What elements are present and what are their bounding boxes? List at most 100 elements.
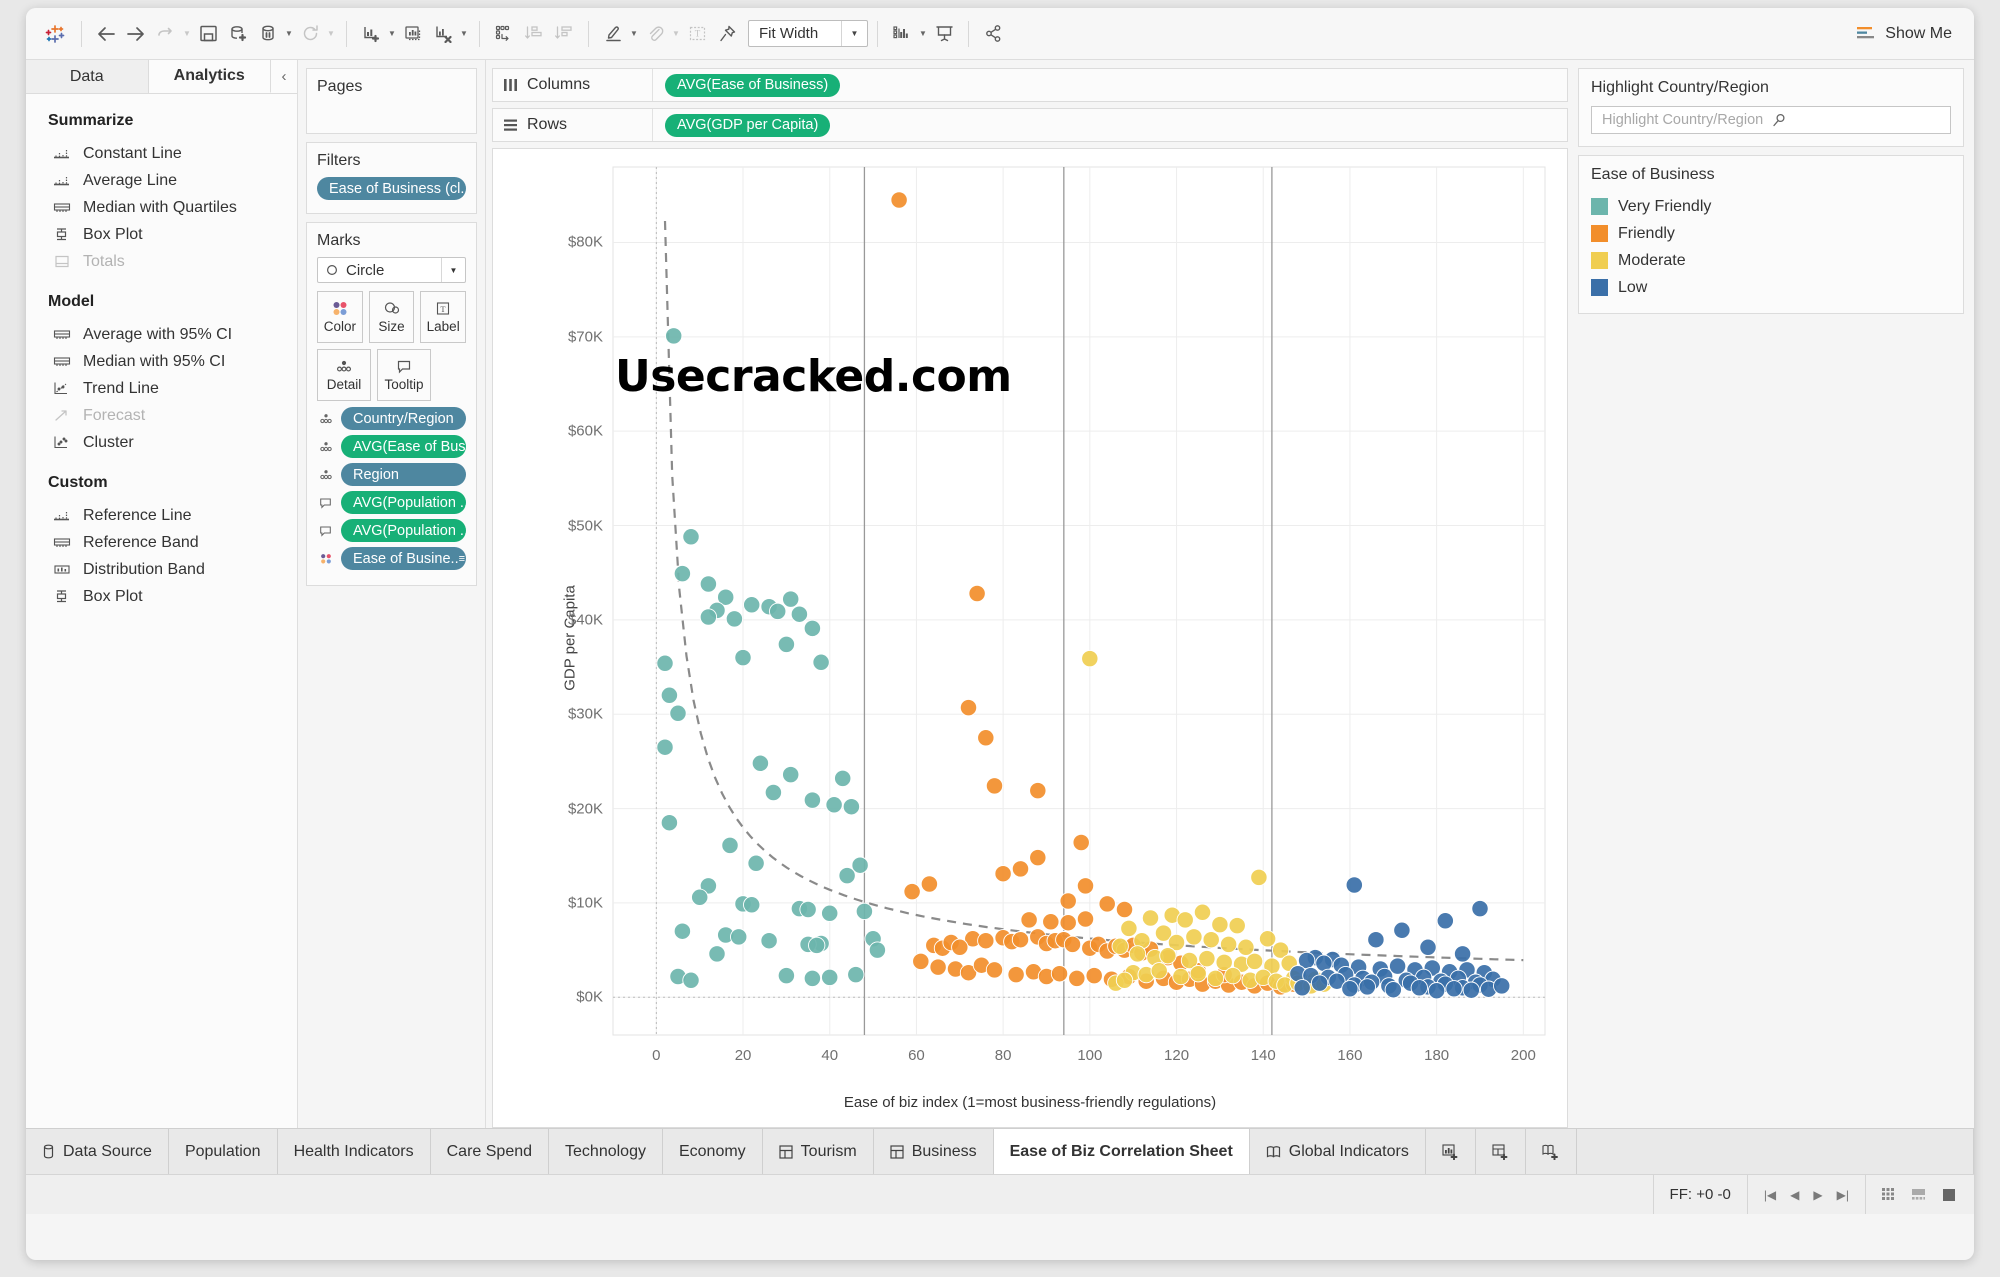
- highlight-caret-icon[interactable]: ▼: [628, 20, 640, 48]
- sheet-tab-global-indicators[interactable]: Global Indicators: [1250, 1129, 1426, 1174]
- group-members-button[interactable]: [640, 19, 670, 49]
- analytics-item-average-with-95-ci[interactable]: Average with 95% CI: [26, 321, 297, 348]
- show-mark-labels-button[interactable]: T: [682, 19, 712, 49]
- undo-redo-caret-icon[interactable]: ▼: [181, 20, 193, 48]
- legend-item-very-friendly[interactable]: Very Friendly: [1591, 193, 1951, 220]
- marks-color-button[interactable]: Color: [317, 291, 363, 343]
- clear-sheet-caret-icon[interactable]: ▼: [458, 20, 470, 48]
- filter-pill-ease-of-business[interactable]: Ease of Business (cl.. ≡: [317, 177, 466, 200]
- tab-analytics[interactable]: Analytics: [148, 60, 271, 93]
- marks-pill-avg-ease-of-business[interactable]: AVG(Ease of Busi..: [341, 435, 466, 458]
- marks-size-button[interactable]: Size: [368, 291, 415, 343]
- filmstrip-icon[interactable]: [1912, 1188, 1928, 1202]
- analytics-item-constant-line[interactable]: Constant Line: [26, 140, 297, 167]
- columns-shelf[interactable]: Columns AVG(Ease of Business): [492, 68, 1568, 102]
- analytics-item-reference-line[interactable]: Reference Line: [26, 502, 297, 529]
- sheet-tab-technology[interactable]: Technology: [549, 1129, 663, 1174]
- analytics-item-median-with-95-ci[interactable]: Median with 95% CI: [26, 348, 297, 375]
- clear-sheet-button[interactable]: [428, 19, 458, 49]
- pause-data-button[interactable]: [253, 19, 283, 49]
- highlight-button[interactable]: [598, 19, 628, 49]
- presentation-mode-button[interactable]: [929, 19, 959, 49]
- marks-label-label: Label: [426, 318, 460, 334]
- legend-item-low[interactable]: Low: [1591, 274, 1951, 301]
- pause-data-caret-icon[interactable]: ▼: [283, 20, 295, 48]
- sheet-tab-population[interactable]: Population: [169, 1129, 278, 1174]
- marks-pill-avg-population-1[interactable]: AVG(Population ..: [341, 491, 466, 514]
- first-page-button[interactable]: |◀: [1764, 1188, 1776, 1202]
- filters-card: Filters Ease of Business (cl.. ≡: [306, 142, 477, 214]
- new-story-tab-button[interactable]: [1526, 1129, 1577, 1174]
- sheet-tab-economy[interactable]: Economy: [663, 1129, 763, 1174]
- search-icon[interactable]: [1772, 113, 1942, 127]
- analytics-item-distribution-band[interactable]: Distribution Band: [26, 556, 297, 583]
- scatter-plot-svg[interactable]: [493, 149, 1567, 1127]
- sheet-icon[interactable]: [1942, 1188, 1958, 1202]
- marks-pill-ease-of-business-color[interactable]: Ease of Busine.. ≡: [341, 547, 466, 570]
- new-data-source-button[interactable]: [223, 19, 253, 49]
- forward-button[interactable]: [121, 19, 151, 49]
- new-dashboard-tab-button[interactable]: [1476, 1129, 1526, 1174]
- save-button[interactable]: [193, 19, 223, 49]
- sidebar-tabs: Data Analytics ‹: [26, 60, 297, 94]
- mark-type-caret-icon[interactable]: ▼: [441, 258, 465, 282]
- new-worksheet-caret-icon[interactable]: ▼: [386, 20, 398, 48]
- sheet-tab-tourism[interactable]: Tourism: [763, 1129, 874, 1174]
- group-members-caret-icon[interactable]: ▼: [670, 20, 682, 48]
- new-worksheet-button[interactable]: [356, 19, 386, 49]
- pushpin-button[interactable]: [712, 19, 742, 49]
- marks-tooltip-button[interactable]: Tooltip: [377, 349, 431, 401]
- sort-descending-button[interactable]: [549, 19, 579, 49]
- analytics-item-cluster[interactable]: Cluster: [26, 429, 297, 456]
- next-page-button[interactable]: ▶: [1813, 1188, 1822, 1202]
- rows-shelf[interactable]: Rows AVG(GDP per Capita): [492, 108, 1568, 142]
- share-button[interactable]: [978, 19, 1008, 49]
- marks-pill-region[interactable]: Region: [341, 463, 466, 486]
- columns-pill-avg-ease-of-business[interactable]: AVG(Ease of Business): [665, 73, 841, 97]
- back-button[interactable]: [91, 19, 121, 49]
- swap-rows-columns-button[interactable]: [489, 19, 519, 49]
- sheet-tab-care-spend[interactable]: Care Spend: [431, 1129, 550, 1174]
- rows-shelf-drop[interactable]: AVG(GDP per Capita): [653, 113, 831, 137]
- new-worksheet-tab-button[interactable]: [1426, 1129, 1476, 1174]
- show-me-button[interactable]: Show Me: [1857, 25, 1952, 43]
- marks-label-button[interactable]: T Label: [420, 291, 467, 343]
- marks-detail-button[interactable]: Detail: [317, 349, 371, 401]
- marks-pill-avg-population-2[interactable]: AVG(Population ..: [341, 519, 466, 542]
- sort-ascending-button[interactable]: [519, 19, 549, 49]
- show-me-icon: [1857, 26, 1877, 42]
- rows-pill-avg-gdp-per-capita[interactable]: AVG(GDP per Capita): [665, 113, 831, 137]
- scatter-chart[interactable]: GDP per Capita Ease of biz index (1=most…: [492, 148, 1568, 1128]
- marks-pill-menu-icon[interactable]: ≡: [459, 553, 465, 565]
- duplicate-sheet-button[interactable]: [398, 19, 428, 49]
- refresh-button[interactable]: [295, 19, 325, 49]
- presentation-legend-caret-icon[interactable]: ▼: [917, 20, 929, 48]
- columns-shelf-drop[interactable]: AVG(Ease of Business): [653, 73, 841, 97]
- fit-selector-caret-icon[interactable]: ▼: [841, 21, 867, 46]
- sheet-tab-health-indicators[interactable]: Health Indicators: [278, 1129, 431, 1174]
- presentation-legend-button[interactable]: [887, 19, 917, 49]
- sheet-tab-ease-of-biz-correlation-sheet[interactable]: Ease of Biz Correlation Sheet: [993, 1129, 1250, 1174]
- sheet-tab-data-source[interactable]: Data Source: [26, 1129, 169, 1174]
- refresh-caret-icon[interactable]: ▼: [325, 20, 337, 48]
- analytics-item-box-plot-custom[interactable]: Box Plot: [26, 583, 297, 610]
- chevron-left-icon[interactable]: ‹: [271, 60, 297, 93]
- legend-item-moderate[interactable]: Moderate: [1591, 247, 1951, 274]
- highlighter-input[interactable]: Highlight Country/Region: [1591, 106, 1951, 134]
- analytics-item-average-line[interactable]: Average Line: [26, 167, 297, 194]
- analytics-item-reference-band[interactable]: Reference Band: [26, 529, 297, 556]
- last-page-button[interactable]: ▶|: [1837, 1188, 1849, 1202]
- fit-selector[interactable]: Fit Width ▼: [748, 20, 868, 47]
- tableau-logo-icon[interactable]: [38, 19, 72, 49]
- undo-redo-button[interactable]: [151, 19, 181, 49]
- prev-page-button[interactable]: ◀: [1790, 1188, 1799, 1202]
- analytics-item-trend-line[interactable]: Trend Line: [26, 375, 297, 402]
- grid-icon[interactable]: [1882, 1187, 1898, 1202]
- sheet-tab-business[interactable]: Business: [874, 1129, 994, 1174]
- analytics-item-box-plot[interactable]: Box Plot: [26, 221, 297, 248]
- analytics-item-median-with-quartiles[interactable]: Median with Quartiles: [26, 194, 297, 221]
- mark-type-selector[interactable]: Circle ▼: [317, 257, 466, 283]
- marks-pill-country-region[interactable]: Country/Region: [341, 407, 466, 430]
- legend-item-friendly[interactable]: Friendly: [1591, 220, 1951, 247]
- tab-data[interactable]: Data: [26, 60, 149, 93]
